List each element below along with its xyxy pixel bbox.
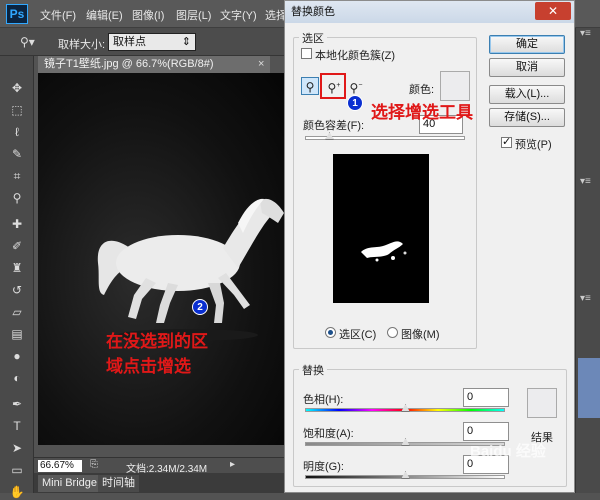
- panel-menu-icon[interactable]: ▾≡: [580, 293, 598, 307]
- preview-label: 预览(P): [515, 139, 552, 151]
- step-2-annotation-line2: 域点击增选: [106, 357, 191, 376]
- ok-button[interactable]: 确定: [489, 35, 565, 54]
- eyedropper-tool-icon[interactable]: ⚲: [9, 190, 25, 206]
- status-bar: 66.67% ⎘ 文档:2.34M/2.34M ▸: [34, 457, 284, 475]
- sample-size-select[interactable]: 取样点 ⇕: [108, 33, 196, 51]
- healing-brush-tool-icon[interactable]: ✚: [9, 216, 25, 232]
- marquee-tool-icon[interactable]: ⬚: [9, 102, 25, 118]
- eyedropper-icon[interactable]: ⚲: [301, 77, 319, 95]
- eraser-tool-icon[interactable]: ▱: [9, 304, 25, 320]
- dialog-title: 替换颜色: [285, 1, 574, 23]
- tab-timeline[interactable]: 时间轴: [98, 475, 139, 492]
- fuzziness-label: 颜色容差(F):: [303, 120, 365, 132]
- brush-tool-icon[interactable]: ✐: [9, 238, 25, 254]
- hand-tool-icon[interactable]: ✋: [9, 484, 25, 500]
- right-panel-dock: ▾≡ ▾≡ ▾≡: [575, 28, 600, 493]
- sample-size-label: 取样大小:: [58, 39, 106, 51]
- view-image-label: 图像(M): [401, 329, 440, 341]
- zoom-field[interactable]: 66.67%: [38, 460, 82, 472]
- selection-preview: [333, 154, 429, 303]
- document-tab[interactable]: 镜子T1壁纸.jpg @ 66.7%(RGB/8#): [38, 56, 270, 73]
- blur-tool-icon[interactable]: ●: [9, 348, 25, 364]
- menu-layer[interactable]: 图层(L): [176, 7, 211, 23]
- step-2-annotation-line1: 在没选到的区: [106, 332, 208, 351]
- panel-menu-icon[interactable]: ▾≡: [580, 176, 598, 190]
- view-image-radio[interactable]: [387, 327, 398, 338]
- save-button[interactable]: 存储(S)...: [489, 108, 565, 127]
- white-horse-image: [97, 198, 284, 341]
- history-brush-tool-icon[interactable]: ↺: [9, 282, 25, 298]
- eyedropper-plus-highlight: [320, 73, 346, 99]
- lasso-tool-icon[interactable]: ℓ: [9, 124, 25, 140]
- layer-row-selected[interactable]: [578, 358, 600, 418]
- eyedropper-minus-icon[interactable]: ⚲−: [347, 77, 365, 95]
- step-1-annotation: 选择增选工具: [371, 103, 473, 122]
- preview-checkbox[interactable]: ✓: [501, 136, 512, 148]
- color-label: 颜色:: [409, 84, 435, 96]
- step-2-badge: 2: [192, 299, 208, 315]
- selection-color-swatch[interactable]: [440, 71, 470, 101]
- photoshop-logo: Ps: [6, 4, 28, 24]
- move-tool-icon[interactable]: ✥: [9, 80, 25, 96]
- eyedropper-preset-icon[interactable]: ⚲▾: [20, 33, 48, 51]
- cancel-button[interactable]: 取消: [489, 58, 565, 77]
- replace-color-dialog: 替换颜色 ✕ 选区 本地化颜色簇(Z) ⚲ ⚲+ ⚲− 颜色: 颜色容差(F):…: [284, 0, 575, 493]
- play-icon[interactable]: ▸: [230, 459, 235, 470]
- result-color-swatch[interactable]: [527, 388, 557, 418]
- view-selection-radio[interactable]: [325, 327, 336, 338]
- load-button[interactable]: 载入(L)...: [489, 85, 565, 104]
- crop-tool-icon[interactable]: ⌗: [9, 168, 25, 184]
- menu-file[interactable]: 文件(F): [40, 7, 76, 23]
- path-select-tool-icon[interactable]: ➤: [9, 440, 25, 456]
- type-tool-icon[interactable]: T: [9, 418, 25, 434]
- lightness-label: 明度(G):: [303, 461, 344, 473]
- watermark: Baidu 经验: [470, 443, 546, 460]
- shape-tool-icon[interactable]: ▭: [9, 462, 25, 478]
- dodge-tool-icon[interactable]: ◐: [9, 370, 25, 386]
- toolbox: ✥ ⬚ ℓ ✎ ⌗ ⚲ ✚ ✐ ♜ ↺ ▱ ▤ ● ◐ ✒ T ➤ ▭ ✋: [0, 56, 34, 499]
- clone-stamp-tool-icon[interactable]: ♜: [9, 260, 25, 276]
- gradient-tool-icon[interactable]: ▤: [9, 326, 25, 342]
- checkmark-icon: ✓: [502, 136, 512, 148]
- document-canvas[interactable]: [38, 73, 284, 445]
- sample-size-value: 取样点: [113, 36, 146, 48]
- status-icon: ⎘: [90, 459, 98, 470]
- localized-color-clusters-label: 本地化颜色簇(Z): [315, 50, 396, 62]
- close-icon[interactable]: ×: [258, 56, 270, 73]
- selection-group-title: 选区: [299, 30, 327, 46]
- menu-edit[interactable]: 编辑(E): [86, 7, 123, 23]
- view-selection-label: 选区(C): [339, 329, 377, 341]
- localized-color-clusters-checkbox[interactable]: [301, 48, 312, 59]
- saturation-input[interactable]: 0: [463, 422, 509, 441]
- selection-mask-image: [361, 241, 407, 262]
- panel-menu-icon[interactable]: ▾≡: [580, 28, 598, 42]
- replace-group-title: 替换: [299, 362, 327, 378]
- hue-input[interactable]: 0: [463, 388, 509, 407]
- chevron-updown-icon: ⇕: [181, 36, 191, 48]
- pen-tool-icon[interactable]: ✒: [9, 396, 25, 412]
- close-icon[interactable]: ✕: [535, 2, 571, 20]
- tab-mini-bridge[interactable]: Mini Bridge: [38, 475, 102, 492]
- hue-label: 色相(H):: [303, 394, 344, 406]
- step-1-badge: 1: [347, 95, 363, 111]
- menu-image[interactable]: 图像(I): [132, 7, 164, 23]
- saturation-label: 饱和度(A):: [303, 428, 354, 440]
- menu-type[interactable]: 文字(Y): [220, 7, 257, 23]
- quick-select-tool-icon[interactable]: ✎: [9, 146, 25, 162]
